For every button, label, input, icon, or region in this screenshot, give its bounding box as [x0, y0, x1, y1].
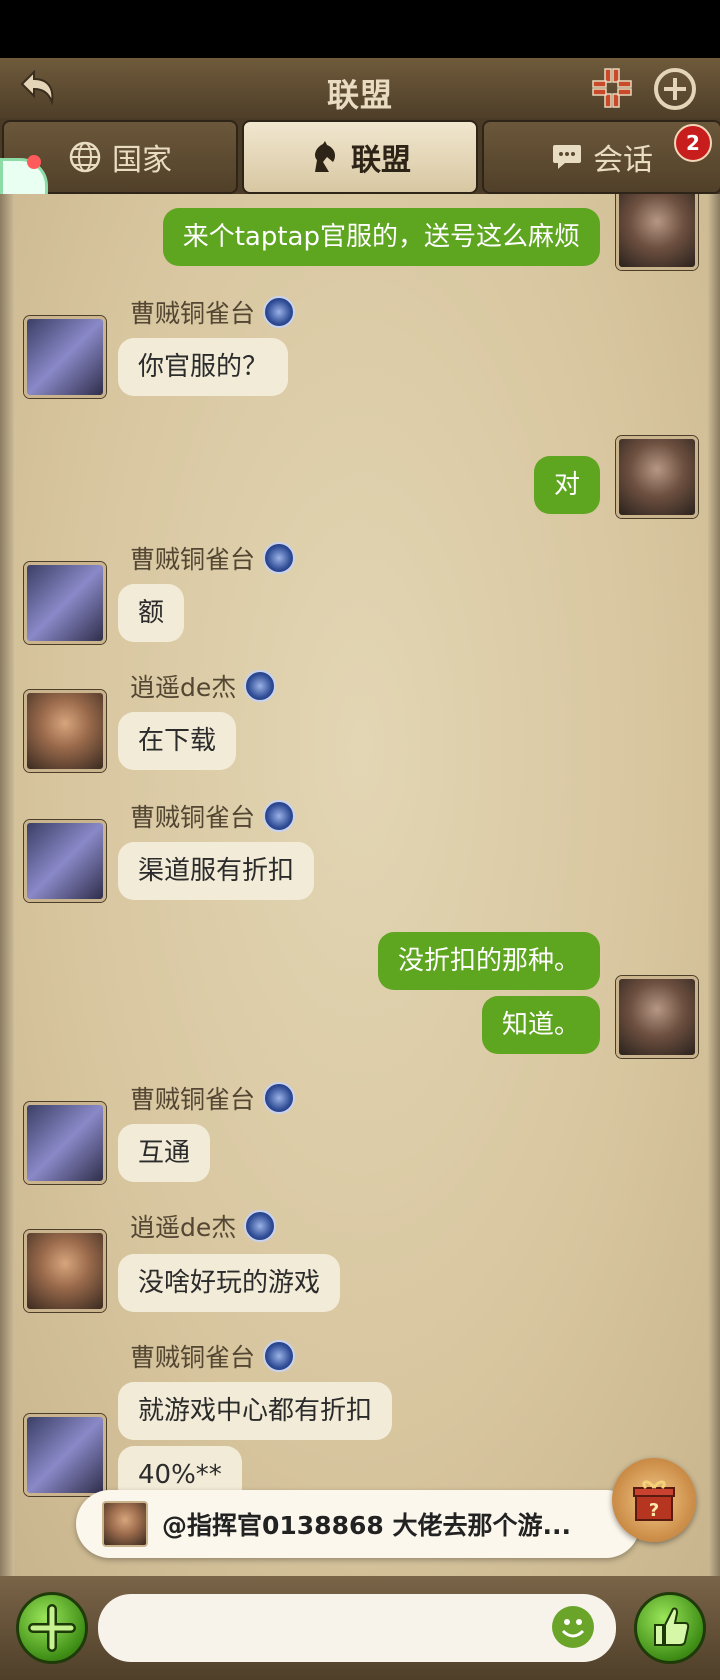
avatar-xiaoyao[interactable]: [24, 690, 106, 772]
rank-badge-icon: [263, 296, 296, 328]
svg-text:?: ?: [649, 1500, 659, 1521]
notification-avatar: [102, 1501, 148, 1547]
avatar-self[interactable]: [616, 976, 698, 1058]
message-bubble-outgoing[interactable]: 知道。: [481, 996, 600, 1054]
message-bubble-incoming[interactable]: 渠道服有折扣: [118, 842, 315, 900]
sender-name: 曹贼铜雀台: [130, 540, 296, 576]
left-border-decoration: [0, 194, 14, 1576]
sender-name: 曹贼铜雀台: [130, 1080, 296, 1116]
message-bubble-incoming[interactable]: 额: [118, 584, 185, 642]
smiley-icon: [561, 1619, 585, 1638]
sender-name: 曹贼铜雀台: [130, 1338, 296, 1374]
mention-notification[interactable]: @指挥官0138868 大佬去那个游...: [76, 1490, 640, 1558]
sender-name: 逍遥de杰: [130, 668, 277, 704]
add-circle-icon[interactable]: [652, 66, 698, 112]
avatar-caozei[interactable]: [24, 316, 106, 398]
rank-badge-icon: [263, 1082, 296, 1114]
avatar-self[interactable]: [616, 194, 698, 270]
avatar-caozei[interactable]: [24, 1102, 106, 1184]
globe-icon: [69, 141, 101, 173]
sender-name: 曹贼铜雀台: [130, 798, 296, 834]
tab-country-label: 国家: [112, 143, 172, 178]
message-bubble-incoming[interactable]: 就游戏中心都有折扣: [118, 1382, 393, 1440]
message-bubble-outgoing[interactable]: 对: [533, 456, 600, 514]
message-bubble-incoming[interactable]: 互通: [118, 1124, 211, 1182]
tab-alliance[interactable]: 联盟: [242, 120, 478, 194]
knight-icon: [315, 141, 335, 172]
message-input[interactable]: [98, 1594, 616, 1662]
top-bar: 联盟: [0, 58, 720, 120]
rank-badge-icon: [263, 1340, 296, 1372]
tab-alliance-label: 联盟: [351, 143, 411, 178]
gift-button[interactable]: ?: [612, 1458, 696, 1542]
message-bubble-incoming[interactable]: 你官服的？: [118, 338, 289, 396]
emoji-button[interactable]: [552, 1606, 594, 1648]
avatar-xiaoyao[interactable]: [24, 1230, 106, 1312]
grid-icon[interactable]: [590, 66, 634, 110]
rank-badge-icon: [263, 542, 296, 574]
message-bubble-incoming[interactable]: 没啥好玩的游戏: [118, 1254, 341, 1312]
message-bubble-outgoing[interactable]: 来个taptap官服的，送号这么麻烦: [162, 208, 600, 266]
bottom-bar: [0, 1576, 720, 1680]
tab-bar: 国家 联盟 会话 2: [0, 118, 720, 194]
sender-name: 逍遥de杰: [130, 1208, 277, 1244]
tab-conversation-label: 会话: [593, 143, 653, 178]
rank-badge-icon: [244, 670, 277, 702]
unread-badge: 2: [674, 124, 712, 162]
avatar-caozei[interactable]: [24, 562, 106, 644]
rank-badge-icon: [263, 800, 296, 832]
rank-badge-icon: [244, 1210, 277, 1242]
chat-area[interactable]: 来个taptap官服的，送号这么麻烦 曹贼铜雀台 你官服的？ 对 曹贼铜雀台 额…: [0, 194, 720, 1576]
thumbs-up-icon: [654, 1607, 690, 1646]
avatar-caozei[interactable]: [24, 820, 106, 902]
sender-name: 曹贼铜雀台: [130, 294, 296, 330]
add-attachment-button[interactable]: [16, 1592, 88, 1664]
right-border-decoration: [708, 194, 720, 1576]
status-bar: [0, 0, 720, 58]
avatar-self[interactable]: [616, 436, 698, 518]
avatar-caozei[interactable]: [24, 1414, 106, 1496]
tab-conversation[interactable]: 会话 2: [482, 120, 720, 194]
message-bubble-incoming[interactable]: 在下载: [118, 712, 237, 770]
like-button[interactable]: [634, 1592, 706, 1664]
plus-icon: [28, 1604, 76, 1652]
chat-icon: [553, 145, 581, 169]
gift-icon: ?: [633, 1480, 675, 1521]
notification-text: @指挥官0138868 大佬去那个游...: [162, 1511, 571, 1540]
message-bubble-outgoing[interactable]: 没折扣的那种。: [377, 932, 600, 990]
